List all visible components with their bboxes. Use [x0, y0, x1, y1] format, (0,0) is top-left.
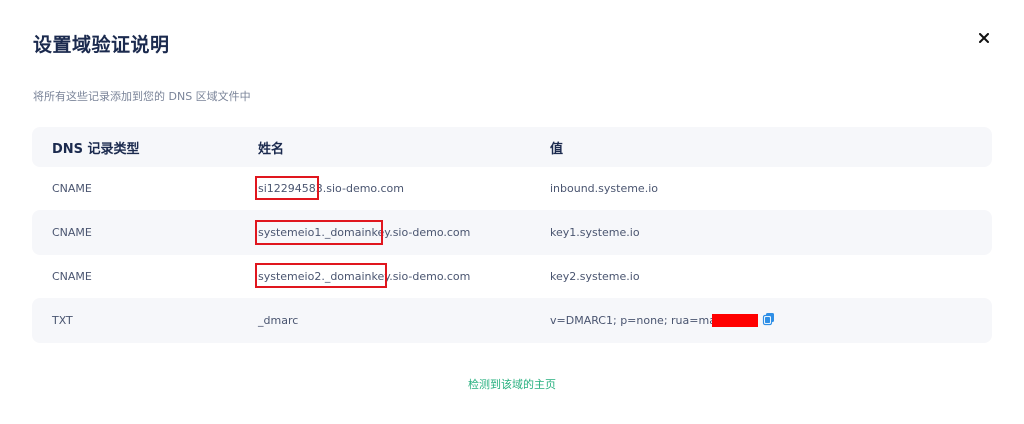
- table-row: TXT _dmarc v=DMARC1; p=none; rua=mailto: [32, 298, 992, 343]
- record-type: TXT: [52, 314, 73, 327]
- table-row: CNAME systemeio2._domainkey.sio-demo.com…: [32, 255, 992, 298]
- record-name: systemeio1._domainkey.sio-demo.com: [258, 226, 471, 239]
- record-name: systemeio2._domainkey.sio-demo.com: [258, 270, 471, 283]
- close-button[interactable]: [974, 28, 994, 48]
- header-name: 姓名: [258, 141, 285, 157]
- dns-records-table: DNS 记录类型 姓名 值 CNAME si12294583.sio-demo.…: [32, 127, 992, 343]
- close-icon: [979, 33, 989, 43]
- table-header-row: DNS 记录类型 姓名 值: [32, 127, 992, 167]
- record-type: CNAME: [52, 226, 92, 239]
- dialog-subtitle: 将所有这些记录添加到您的 DNS 区域文件中: [33, 90, 251, 103]
- domain-verification-dialog: 设置域验证说明 将所有这些记录添加到您的 DNS 区域文件中 DNS 记录类型 …: [0, 0, 1024, 424]
- record-value: key2.systeme.io: [550, 270, 640, 283]
- record-type: CNAME: [52, 182, 92, 195]
- record-value: inbound.systeme.io: [550, 182, 658, 195]
- record-value: v=DMARC1; p=none; rua=mailto: [550, 314, 734, 327]
- header-value: 值: [550, 141, 564, 157]
- dialog-title: 设置域验证说明: [33, 34, 170, 56]
- record-value: key1.systeme.io: [550, 226, 640, 239]
- header-record-type: DNS 记录类型: [52, 141, 140, 157]
- table-row: CNAME systemeio1._domainkey.sio-demo.com…: [32, 210, 992, 255]
- copy-icon[interactable]: [762, 312, 776, 326]
- record-name: si12294583.sio-demo.com: [258, 182, 404, 195]
- detect-homepage-link[interactable]: 检测到该域的主页: [0, 376, 1024, 392]
- record-type: CNAME: [52, 270, 92, 283]
- record-name: _dmarc: [258, 314, 299, 327]
- table-row: CNAME si12294583.sio-demo.com inbound.sy…: [32, 167, 992, 210]
